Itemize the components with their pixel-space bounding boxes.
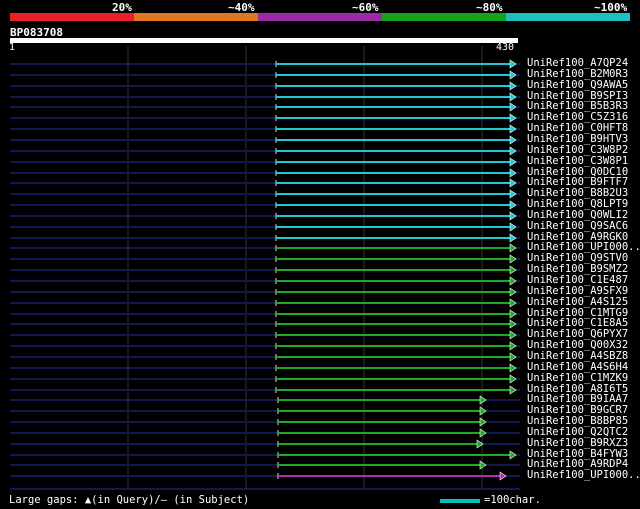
hit-arrow-icon xyxy=(509,319,517,329)
hit-arrow-icon xyxy=(479,417,487,427)
scale-note: =100char. xyxy=(484,494,541,506)
hit-arrow-icon xyxy=(509,243,517,253)
hit-arrow-icon xyxy=(479,460,487,470)
hit-arrow-icon xyxy=(509,70,517,80)
hit-arrow-icon xyxy=(509,189,517,199)
hit-arrow-icon xyxy=(509,287,517,297)
hit-arrow-icon xyxy=(509,265,517,275)
hit-arrow-icon xyxy=(509,450,517,460)
hit-arrow-icon xyxy=(479,428,487,438)
hit-arrow-icon xyxy=(479,406,487,416)
hit-arrow-icon xyxy=(509,341,517,351)
hit-arrow-icon xyxy=(509,102,517,112)
hit-arrow-icon xyxy=(509,254,517,264)
hit-arrow-icon xyxy=(509,135,517,145)
hit-arrow-icon xyxy=(509,211,517,221)
hit-arrow-icon xyxy=(509,352,517,362)
scale-swatch xyxy=(440,499,480,503)
hit-arrow-icon xyxy=(479,395,487,405)
hit-arrow-icon xyxy=(509,113,517,123)
hit-arrow-icon xyxy=(509,330,517,340)
hit-arrow-icon xyxy=(509,168,517,178)
footer-gap-note: Large gaps: ▲(in Query)/– (in Subject) xyxy=(9,494,250,506)
hit-arrow-icon xyxy=(509,146,517,156)
hit-arrow-icon xyxy=(509,276,517,286)
hit-arrow-icon xyxy=(509,363,517,373)
hit-arrow-icon xyxy=(509,178,517,188)
hit-arrow-icon xyxy=(499,471,507,481)
hit-arrow-icon xyxy=(509,124,517,134)
hit-arrow-icon xyxy=(509,81,517,91)
hit-arrow-icon xyxy=(509,222,517,232)
hit-arrow-icon xyxy=(509,157,517,167)
hit-arrow-icon xyxy=(509,385,517,395)
hit-arrow-icon xyxy=(509,59,517,69)
hit-arrow-icon xyxy=(509,309,517,319)
hit-label[interactable]: UniRef100_UPI000.. xyxy=(527,470,640,481)
hit-arrow-icon xyxy=(509,298,517,308)
hit-arrow-icon xyxy=(509,233,517,243)
hit-arrow-icon xyxy=(509,92,517,102)
hit-arrow-icon xyxy=(509,200,517,210)
hit-arrow-icon xyxy=(509,374,517,384)
